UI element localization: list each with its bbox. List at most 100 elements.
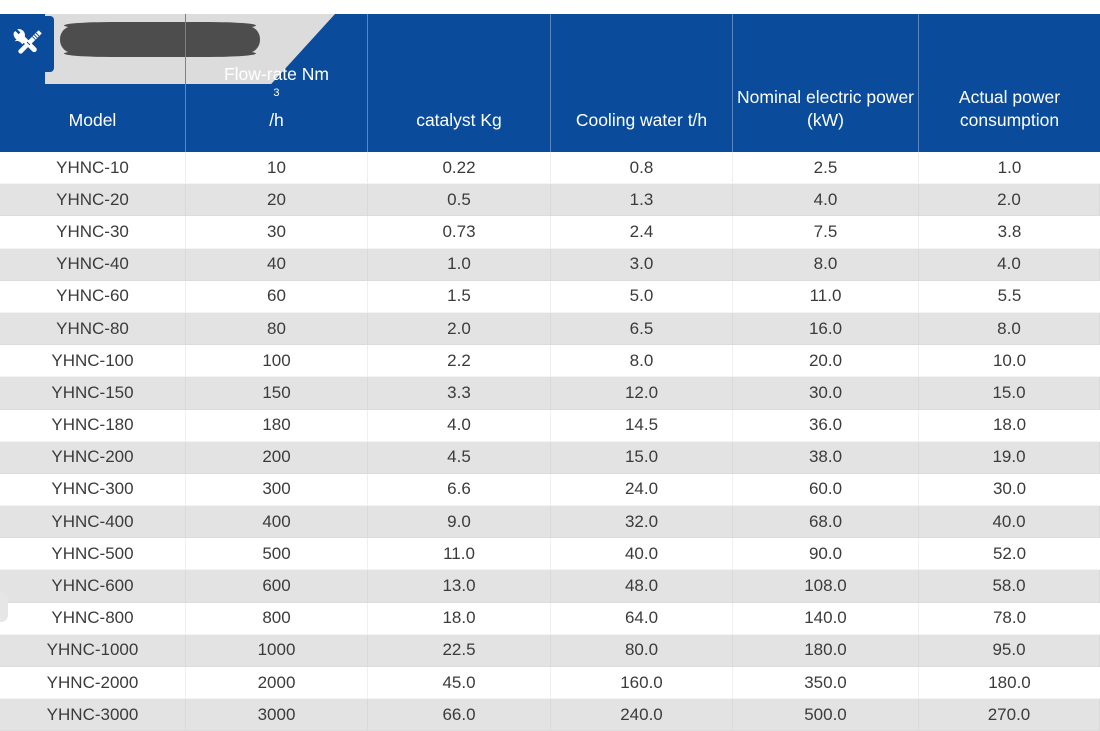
cell-value: 30.0 xyxy=(919,474,1100,507)
cell-value: 38.0 xyxy=(733,441,919,474)
cell-model: YHNC-1000 xyxy=(0,634,186,667)
cell-value: 8.0 xyxy=(551,345,733,378)
cell-value: 18.0 xyxy=(919,410,1100,442)
cell-value: 20 xyxy=(186,184,368,217)
cell-value: 500.0 xyxy=(733,699,919,731)
cell-model: YHNC-150 xyxy=(0,377,186,410)
cell-value: 2.0 xyxy=(919,184,1100,217)
table-row: YHNC-150 150 3.3 12.0 30.0 15.0 xyxy=(0,377,1100,410)
cell-value: 180.0 xyxy=(919,667,1100,700)
cell-model: YHNC-60 xyxy=(0,280,186,313)
cell-value: 19.0 xyxy=(919,441,1100,474)
cell-value: 108.0 xyxy=(733,570,919,603)
cell-value: 14.5 xyxy=(551,409,733,442)
cell-value: 45.0 xyxy=(368,667,551,700)
cell-value: 11.0 xyxy=(733,280,919,313)
cell-value: 20.0 xyxy=(733,345,919,378)
column-header-actual-power-consumption[interactable]: Actual power consumption xyxy=(919,14,1100,152)
table-body: YHNC-10 10 0.22 0.8 2.5 1.0 YHNC-20 20 0.5 1.3 4.0… xyxy=(0,152,1100,731)
cell-value: 7.5 xyxy=(733,216,919,249)
cell-model: YHNC-2000 xyxy=(0,667,186,700)
cell-model: YHNC-20 xyxy=(0,184,186,217)
cell-model: YHNC-600 xyxy=(0,570,186,603)
cell-value: 80.0 xyxy=(551,634,733,667)
cell-value: 600 xyxy=(186,570,368,603)
cell-value: 30 xyxy=(186,216,368,249)
table-row: YHNC-180 180 4.0 14.5 36.0 18.0 xyxy=(0,409,1100,442)
column-header-cooling-water[interactable]: Cooling water t/h xyxy=(551,14,733,152)
cell-value: 11.0 xyxy=(368,538,551,571)
cell-value: 4.5 xyxy=(368,441,551,474)
cell-model: YHNC-10 xyxy=(0,152,186,185)
cell-value: 200 xyxy=(186,441,368,474)
cell-value: 64.0 xyxy=(551,602,733,635)
cell-value: 1000 xyxy=(186,634,368,667)
cell-value: 90.0 xyxy=(733,538,919,571)
cell-value: 3.0 xyxy=(551,248,733,281)
cell-value: 160.0 xyxy=(551,667,733,700)
table-row: YHNC-800 800 18.0 64.0 140.0 78.0 xyxy=(0,602,1100,635)
cell-value: 4.0 xyxy=(733,184,919,217)
cell-value: 48.0 xyxy=(551,570,733,603)
cell-value: 240.0 xyxy=(551,699,733,731)
column-header-nominal-electric-power-label: Nominal electric power (kW) xyxy=(737,86,915,130)
column-header-flow-rate[interactable]: Flow-rate Nm 3/h xyxy=(186,14,368,152)
cell-value: 0.5 xyxy=(368,184,551,217)
cell-value: 8.0 xyxy=(733,248,919,281)
table-row: YHNC-300 300 6.6 24.0 60.0 30.0 xyxy=(0,473,1100,507)
table-header-row: Model Flow-rate Nm 3/h catalyst Kg Coolin… xyxy=(0,14,1100,152)
cell-value: 30.0 xyxy=(733,377,919,410)
cell-value: 36.0 xyxy=(733,409,919,442)
table-row: YHNC-20 20 0.5 1.3 4.0 2.0 xyxy=(0,184,1100,217)
cell-value: 18.0 xyxy=(368,602,551,635)
cell-value: 2000 xyxy=(186,667,368,700)
cell-value: 500 xyxy=(186,538,368,571)
column-header-actual-power-consumption-label: Actual power consumption xyxy=(958,86,1061,130)
cell-value: 2.4 xyxy=(551,216,733,249)
cell-value: 100 xyxy=(186,345,368,378)
cell-value: 15.0 xyxy=(551,441,733,474)
table-row: YHNC-10 10 0.22 0.8 2.5 1.0 xyxy=(0,152,1100,185)
cell-model: YHNC-180 xyxy=(0,409,186,442)
table-row: YHNC-400 400 9.0 32.0 68.0 40.0 xyxy=(0,506,1100,539)
table-row: YHNC-500 500 11.0 40.0 90.0 52.0 xyxy=(0,538,1100,571)
cell-value: 58.0 xyxy=(919,570,1100,603)
table-row: YHNC-1000 1000 22.5 80.0 180.0 95.0 xyxy=(0,634,1100,667)
table-row: YHNC-2000 2000 45.0 160.0 350.0 180.0 xyxy=(0,667,1100,700)
cell-value: 140.0 xyxy=(733,602,919,635)
cell-value: 3.3 xyxy=(368,377,551,410)
cell-value: 2.0 xyxy=(368,312,551,346)
cell-value: 80 xyxy=(186,312,368,346)
column-header-model-label: Model xyxy=(68,109,117,130)
spec-table-page: Model Flow-rate Nm 3/h catalyst Kg Coolin… xyxy=(0,0,1100,731)
column-header-nominal-electric-power[interactable]: Nominal electric power (kW) xyxy=(733,14,919,152)
cell-value: 6.5 xyxy=(551,312,733,346)
wrench-screwdriver-icon xyxy=(2,16,54,72)
flow-rate-superscript: 3 xyxy=(273,86,280,99)
column-header-catalyst[interactable]: catalyst Kg xyxy=(368,14,551,152)
cell-value: 4.0 xyxy=(368,409,551,442)
cell-model: YHNC-40 xyxy=(0,248,186,281)
cell-value: 0.22 xyxy=(368,152,551,185)
cell-model: YHNC-400 xyxy=(0,506,186,539)
table-row: YHNC-40 40 1.0 3.0 8.0 4.0 xyxy=(0,248,1100,281)
cell-value: 180 xyxy=(186,409,368,442)
cell-model: YHNC-3000 xyxy=(0,699,186,731)
cell-value: 0.8 xyxy=(551,152,733,185)
cell-value: 1.0 xyxy=(919,152,1100,185)
cell-value: 10 xyxy=(186,152,368,185)
cell-value: 270.0 xyxy=(919,699,1100,731)
cell-value: 16.0 xyxy=(733,312,919,346)
column-header-catalyst-label: catalyst Kg xyxy=(416,109,502,130)
cell-value: 1.0 xyxy=(368,248,551,281)
cell-value: 400 xyxy=(186,506,368,539)
cell-value: 5.5 xyxy=(919,281,1100,313)
cell-model: YHNC-300 xyxy=(0,473,186,507)
cell-value: 150 xyxy=(186,377,368,410)
cell-value: 24.0 xyxy=(551,473,733,507)
cell-model: YHNC-100 xyxy=(0,345,186,378)
table-row: YHNC-60 60 1.5 5.0 11.0 5.5 xyxy=(0,280,1100,313)
cell-value: 32.0 xyxy=(551,506,733,539)
cell-value: 0.73 xyxy=(368,216,551,249)
cell-value: 5.0 xyxy=(551,280,733,313)
